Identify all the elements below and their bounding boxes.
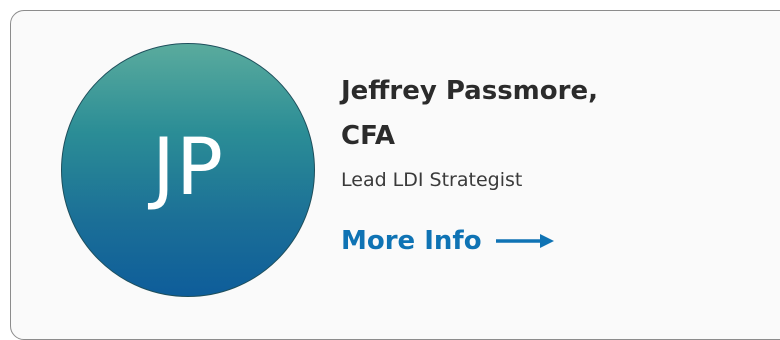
profile-name-line2: CFA [341, 121, 395, 151]
profile-card: JP Jeffrey Passmore, CFA Lead LDI Strate… [10, 10, 780, 340]
profile-role: Lead LDI Strategist [341, 169, 523, 191]
profile-name-line1: Jeffrey Passmore, [341, 76, 598, 106]
avatar-initials: JP [151, 123, 225, 213]
profile-name: Jeffrey Passmore, CFA [341, 69, 671, 159]
more-info-link[interactable]: More Info [341, 226, 554, 256]
avatar: JP [61, 43, 315, 297]
arrow-right-icon [495, 234, 554, 248]
more-info-label: More Info [341, 226, 482, 256]
